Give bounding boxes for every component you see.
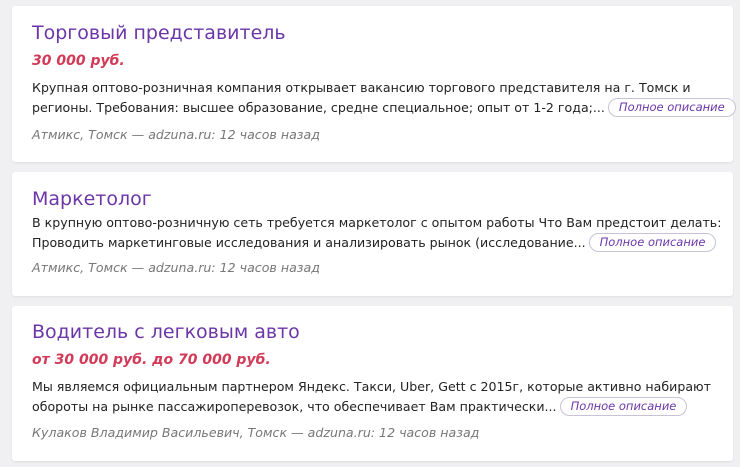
job-card: Маркетолог В крупную оптово-розничную се…: [12, 172, 733, 296]
job-salary: 30 000 руб.: [32, 53, 125, 69]
job-meta: Кулаков Владимир Васильевич, Томск — adz…: [32, 425, 480, 440]
job-title-link[interactable]: Водитель с легковым авто: [32, 320, 713, 344]
job-meta: Атмикс, Томск — adzuna.ru: 12 часов наза…: [32, 127, 320, 142]
job-description: В крупную оптово-розничную сеть требуетс…: [32, 213, 722, 253]
job-card: Торговый представитель 30 000 руб. Крупн…: [12, 6, 736, 162]
full-description-button[interactable]: Полное описание: [559, 397, 688, 416]
job-description: Мы являемся официальным партнером Яндекс…: [32, 377, 713, 417]
job-salary: от 30 000 руб. до 70 000 руб.: [32, 352, 271, 368]
job-card: Водитель с легковым авто от 30 000 руб. …: [12, 306, 733, 461]
job-description: Крупная оптово-розничная компания открыв…: [32, 78, 736, 118]
job-meta: Атмикс, Томск — adzuna.ru: 12 часов наза…: [32, 260, 320, 275]
job-description-line: обороты на рынке пассажироперевозок, что…: [32, 399, 557, 414]
job-description-line: В крупную оптово-розничную сеть требуетс…: [32, 215, 722, 230]
job-title-link[interactable]: Торговый представитель: [32, 21, 713, 45]
job-description-line: Мы являемся официальным партнером Яндекс…: [32, 379, 711, 394]
job-title-link[interactable]: Маркетолог: [32, 187, 713, 211]
full-description-button[interactable]: Полное описание: [588, 233, 717, 252]
job-description-line: Проводить маркетинговые исследования и а…: [32, 235, 586, 250]
job-description-line: регионы. Требования: высшее образование,…: [32, 100, 605, 115]
job-description-line: Крупная оптово-розничная компания открыв…: [32, 80, 691, 95]
job-listings: Торговый представитель 30 000 руб. Крупн…: [0, 0, 740, 467]
full-description-button[interactable]: Полное описание: [607, 98, 736, 117]
